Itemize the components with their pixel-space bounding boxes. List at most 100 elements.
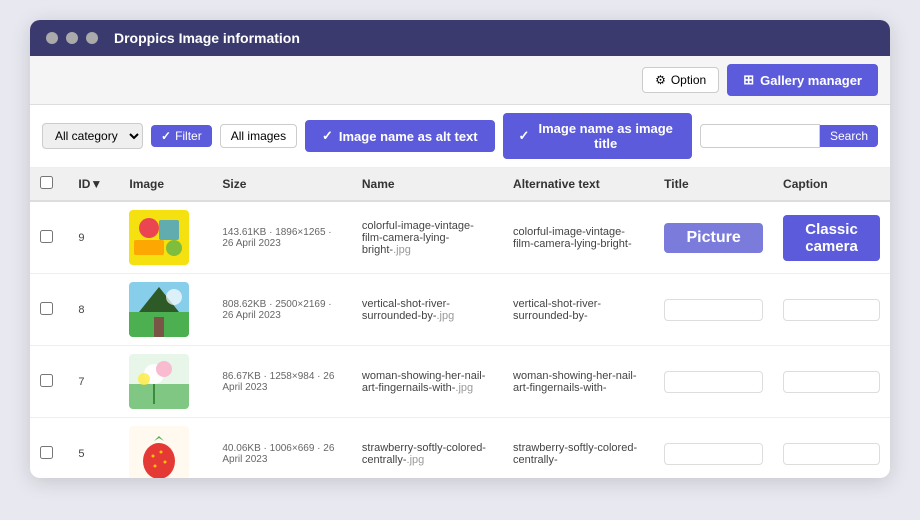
name-column-header: Name (352, 168, 503, 201)
gallery-manager-label: Gallery manager (760, 73, 862, 88)
title-input-7[interactable] (664, 371, 763, 393)
row-alt-7: woman-showing-her-nail-art-fingernails-w… (503, 346, 654, 418)
search-box: Search (700, 124, 878, 148)
table-header-row: ID▼ Image Size Name Alternative text Tit… (30, 168, 890, 201)
window-title: Droppics Image information (114, 30, 300, 46)
image-placeholder-9 (129, 210, 189, 265)
filter-bar: All category Filter All images Image nam… (30, 105, 890, 168)
row-checkbox-9[interactable] (40, 230, 53, 243)
row-title-5[interactable] (654, 418, 773, 479)
size-column-header: Size (212, 168, 352, 201)
table-container: ID▼ Image Size Name Alternative text Tit… (30, 168, 890, 478)
title-column-header: Title (654, 168, 773, 201)
row-image-8 (119, 274, 212, 346)
row-checkbox-8[interactable] (40, 302, 53, 315)
row-size-7: 86.67KB · 1258×984 · 26 April 2023 (212, 346, 352, 418)
row-caption-7[interactable] (773, 346, 890, 418)
row-checkbox-7[interactable] (40, 374, 53, 387)
title-check-icon (519, 128, 530, 144)
row-checkbox-5[interactable] (40, 446, 53, 459)
select-all-checkbox[interactable] (40, 176, 53, 189)
row-size-8: 808.62KB · 2500×2169 · 26 April 2023 (212, 274, 352, 346)
caption-input-8[interactable] (783, 299, 880, 321)
row-name-text: colorful-image-vintage-film-camera-lying… (362, 220, 474, 256)
alt-check-icon (322, 128, 333, 144)
traffic-light-3 (86, 32, 98, 44)
caption-input-5[interactable] (783, 443, 880, 465)
row-alt-text: vertical-shot-river-surrounded-by- (513, 298, 601, 322)
row-alt-9: colorful-image-vintage-film-camera-lying… (503, 201, 654, 274)
title-input-8[interactable] (664, 299, 763, 321)
row-title-9[interactable]: Picture (654, 201, 773, 274)
row-checkbox-cell (30, 274, 68, 346)
main-window: Droppics Image information Option Galler… (30, 20, 890, 478)
row-id-7: 7 (68, 346, 119, 418)
title-toggle-label: Image name as image title (535, 121, 676, 151)
all-images-button[interactable]: All images (220, 124, 297, 148)
row-alt-text: strawberry-softly-colored-centrally- (513, 442, 637, 466)
image-placeholder-7 (129, 354, 189, 409)
picture-badge: Picture (664, 223, 763, 253)
caption-column-header: Caption (773, 168, 890, 201)
all-images-label: All images (231, 129, 286, 143)
gear-icon (655, 73, 666, 87)
gallery-manager-button[interactable]: Gallery manager (727, 64, 878, 96)
images-table: ID▼ Image Size Name Alternative text Tit… (30, 168, 890, 478)
option-label: Option (671, 73, 706, 87)
row-alt-text: woman-showing-her-nail-art-fingernails-w… (513, 370, 637, 394)
row-size-5: 40.06KB · 1006×669 · 26 April 2023 (212, 418, 352, 479)
image-placeholder-8 (129, 282, 189, 337)
row-alt-text: colorful-image-vintage-film-camera-lying… (513, 226, 632, 250)
row-image-5 (119, 418, 212, 479)
filter-button[interactable]: Filter (151, 125, 212, 147)
search-input[interactable] (700, 124, 820, 148)
row-checkbox-cell (30, 418, 68, 479)
table-row: 8 808.62KB · 2500×2169 · 26 April 2023 v… (30, 274, 890, 346)
row-title-7[interactable] (654, 346, 773, 418)
row-caption-8[interactable] (773, 274, 890, 346)
row-checkbox-cell (30, 201, 68, 274)
option-button[interactable]: Option (642, 67, 719, 93)
table-row: 9 143.61KB · 1896×1265 · 26 April 2023 c… (30, 201, 890, 274)
row-caption-9[interactable]: Classic camera (773, 201, 890, 274)
search-button[interactable]: Search (820, 125, 878, 147)
filter-check-icon (161, 129, 171, 143)
row-alt-8: vertical-shot-river-surrounded-by- (503, 274, 654, 346)
camera-badge: Classic camera (783, 215, 880, 261)
row-id-5: 5 (68, 418, 119, 479)
row-image-7 (119, 346, 212, 418)
row-id-8: 8 (68, 274, 119, 346)
select-all-checkbox-header[interactable] (30, 168, 68, 201)
row-name-7: woman-showing-her-nail-art-fingernails-w… (352, 346, 503, 418)
table-body: 9 143.61KB · 1896×1265 · 26 April 2023 c… (30, 201, 890, 478)
row-alt-5: strawberry-softly-colored-centrally- (503, 418, 654, 479)
row-title-8[interactable] (654, 274, 773, 346)
table-row: 5 40.06KB · 1006×669 · 26 April 2023 str… (30, 418, 890, 479)
table-row: 7 86.67KB · 1258×984 · 26 April 2023 wom… (30, 346, 890, 418)
caption-input-7[interactable] (783, 371, 880, 393)
row-name-9: colorful-image-vintage-film-camera-lying… (352, 201, 503, 274)
filter-label: Filter (175, 129, 202, 143)
traffic-light-1 (46, 32, 58, 44)
category-select[interactable]: All category (42, 123, 143, 149)
toolbar: Option Gallery manager (30, 56, 890, 105)
alt-column-header: Alternative text (503, 168, 654, 201)
row-image-9 (119, 201, 212, 274)
image-column-header: Image (119, 168, 212, 201)
traffic-light-2 (66, 32, 78, 44)
row-size-9: 143.61KB · 1896×1265 · 26 April 2023 (212, 201, 352, 274)
row-name-8: vertical-shot-river-surrounded-by-.jpg (352, 274, 503, 346)
row-name-5: strawberry-softly-colored-centrally-.jpg (352, 418, 503, 479)
row-checkbox-cell (30, 346, 68, 418)
row-caption-5[interactable] (773, 418, 890, 479)
grid-icon (743, 72, 754, 88)
id-column-header[interactable]: ID▼ (68, 168, 119, 201)
title-input-5[interactable] (664, 443, 763, 465)
alt-text-toggle-button[interactable]: Image name as alt text (305, 120, 494, 152)
image-title-toggle-button[interactable]: Image name as image title (503, 113, 692, 159)
alt-text-toggle-label: Image name as alt text (339, 129, 478, 144)
title-bar: Droppics Image information (30, 20, 890, 56)
image-placeholder-5 (129, 426, 189, 478)
row-id-9: 9 (68, 201, 119, 274)
search-label: Search (830, 129, 868, 143)
